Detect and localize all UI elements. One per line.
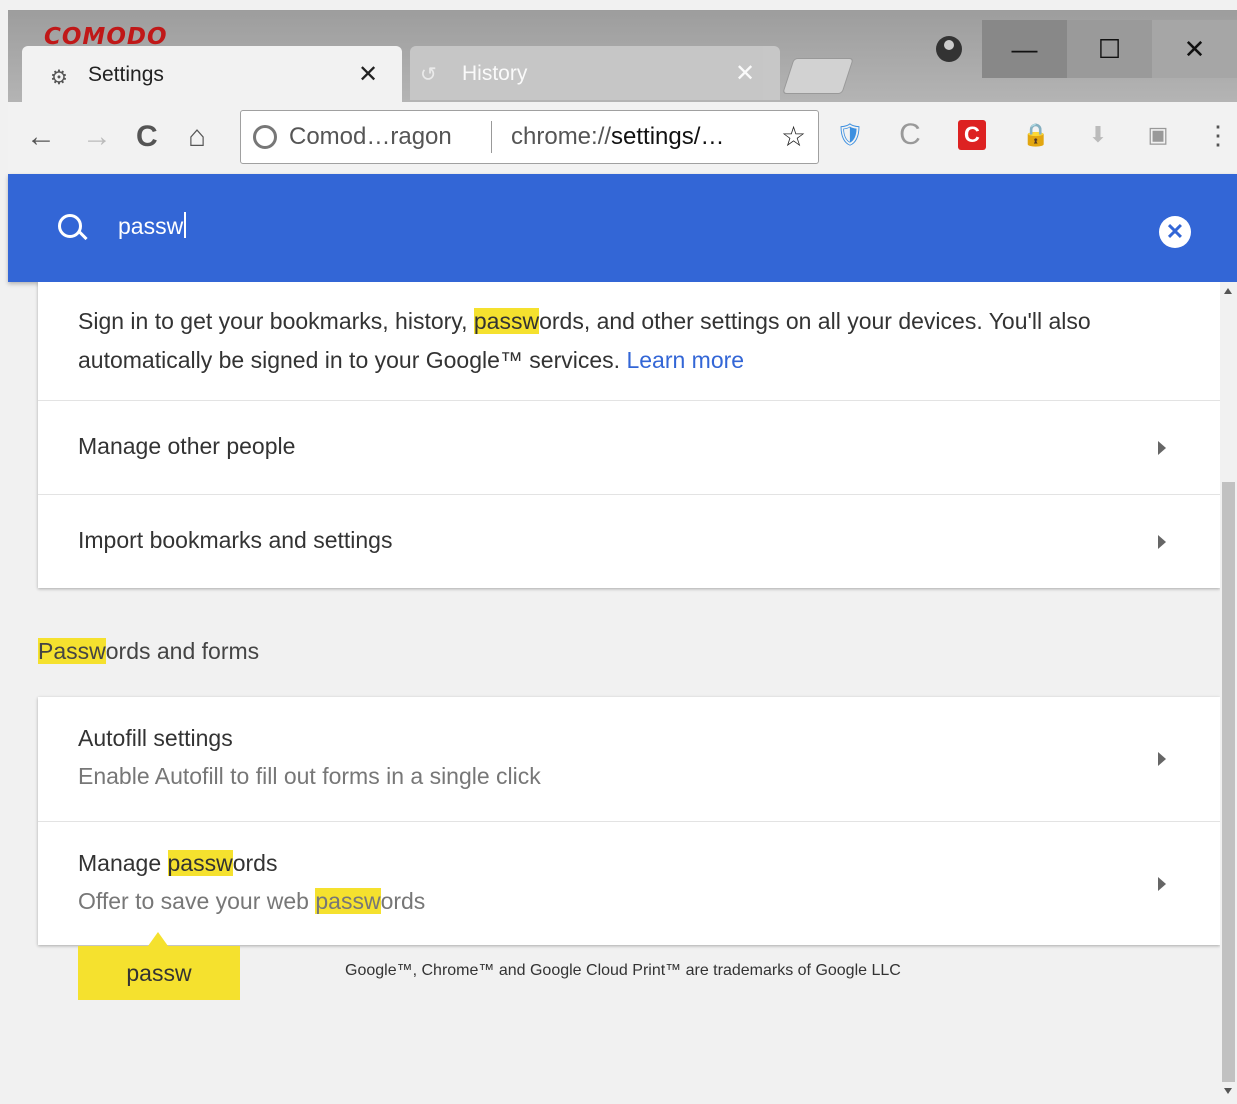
- url-text[interactable]: chrome://settings/…: [511, 123, 724, 151]
- puzzle-extension-icon[interactable]: ▣: [1144, 120, 1172, 150]
- site-name: Comod…ragon: [289, 123, 452, 150]
- row-title: Import bookmarks and settings: [78, 527, 393, 553]
- close-tab-icon[interactable]: ✕: [358, 60, 378, 89]
- chevron-right-icon: [1158, 535, 1166, 549]
- row-subtitle: Offer to save your web passwords: [78, 888, 426, 914]
- profile-icon[interactable]: [936, 36, 962, 62]
- import-bookmarks-row[interactable]: Import bookmarks and settings: [38, 494, 1220, 589]
- maximize-button[interactable]: ☐: [1067, 20, 1152, 78]
- autofill-settings-row[interactable]: Autofill settings Enable Autofill to fil…: [38, 697, 1220, 821]
- window-controls: — ☐ ✕: [982, 20, 1237, 78]
- row-title: Autofill settings: [78, 725, 233, 751]
- reload-button[interactable]: C: [136, 120, 158, 154]
- site-info-icon[interactable]: [253, 125, 277, 149]
- scroll-down-arrow-icon[interactable]: [1224, 1088, 1232, 1094]
- people-card: Sign in to get your bookmarks, history, …: [38, 282, 1220, 588]
- chevron-right-icon: [1158, 752, 1166, 766]
- text-caret: [184, 212, 187, 238]
- back-button[interactable]: ←: [26, 120, 56, 154]
- menu-icon[interactable]: ⋮: [1204, 120, 1232, 150]
- search-icon: [58, 214, 82, 238]
- scrollbar-thumb[interactable]: [1222, 482, 1235, 1082]
- history-icon: ↺: [420, 64, 437, 86]
- shield-extension-icon[interactable]: 🛡: [836, 120, 864, 150]
- address-divider: [491, 121, 492, 153]
- forward-button[interactable]: →: [82, 120, 112, 154]
- cert-extension-icon[interactable]: C: [958, 120, 986, 150]
- home-button[interactable]: ⌂: [188, 120, 206, 154]
- search-input[interactable]: passw: [118, 212, 718, 240]
- chevron-right-icon: [1158, 441, 1166, 455]
- clear-search-button[interactable]: ✕: [1159, 216, 1191, 248]
- passwords-forms-card: Autofill settings Enable Autofill to fil…: [38, 697, 1220, 945]
- new-tab-button[interactable]: [782, 58, 854, 94]
- tab-label: History: [462, 62, 528, 85]
- close-tab-icon[interactable]: ✕: [735, 59, 755, 88]
- comodo-c-extension-icon[interactable]: C: [896, 118, 924, 151]
- lock-extension-icon[interactable]: 🔒: [1022, 120, 1050, 150]
- address-bar[interactable]: Comod…ragon chrome://settings/… ☆: [240, 110, 819, 164]
- search-highlight: passw: [315, 888, 381, 914]
- trademark-footer: Google™, Chrome™ and Google Cloud Print™…: [345, 962, 901, 979]
- row-subtitle: Enable Autofill to fill out forms in a s…: [78, 763, 541, 789]
- browser-toolbar: ← → C ⌂ Comod…ragon chrome://settings/… …: [8, 102, 1237, 175]
- search-highlight: passw: [167, 850, 233, 876]
- settings-content: Sign in to get your bookmarks, history, …: [8, 282, 1220, 1104]
- row-title: Manage passwords: [78, 850, 278, 876]
- search-highlight: Passw: [38, 638, 106, 664]
- gear-icon: ⚙: [50, 67, 68, 89]
- scroll-up-arrow-icon[interactable]: [1224, 288, 1232, 294]
- manage-other-people-row[interactable]: Manage other people: [38, 400, 1220, 495]
- settings-search-header: passw ✕: [8, 174, 1237, 282]
- tab-settings[interactable]: ⚙ Settings ✕: [22, 46, 402, 106]
- search-highlight: passw: [473, 308, 540, 334]
- close-window-button[interactable]: ✕: [1152, 20, 1237, 78]
- tab-history[interactable]: ↺ History ✕: [410, 46, 780, 100]
- learn-more-link[interactable]: Learn more: [626, 347, 744, 373]
- scrollbar[interactable]: [1220, 282, 1237, 1104]
- chevron-right-icon: [1158, 877, 1166, 891]
- search-match-bubble: passw: [78, 932, 240, 1000]
- section-title-passwords-and-forms: Passwords and forms: [38, 638, 260, 664]
- signin-description: Sign in to get your bookmarks, history, …: [78, 308, 1091, 373]
- tab-label: Settings: [88, 63, 164, 86]
- manage-passwords-row[interactable]: Manage passwords Offer to save your web …: [38, 821, 1220, 946]
- bookmark-star-icon[interactable]: ☆: [781, 120, 806, 153]
- minimize-button[interactable]: —: [982, 20, 1067, 78]
- row-title: Manage other people: [78, 433, 296, 459]
- download-extension-icon[interactable]: ⬇: [1084, 120, 1112, 150]
